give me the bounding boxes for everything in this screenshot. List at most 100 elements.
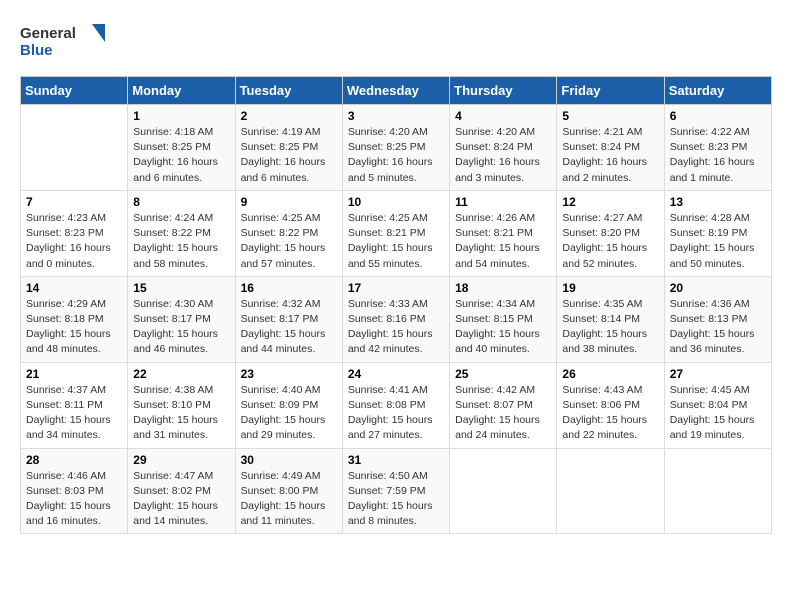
week-row-2: 7 Sunrise: 4:23 AM Sunset: 8:23 PM Daylig… bbox=[21, 190, 772, 276]
day-info: Sunrise: 4:47 AM Sunset: 8:02 PM Dayligh… bbox=[133, 469, 229, 530]
day-info: Sunrise: 4:40 AM Sunset: 8:09 PM Dayligh… bbox=[241, 383, 337, 444]
col-header-sunday: Sunday bbox=[21, 77, 128, 105]
day-info: Sunrise: 4:50 AM Sunset: 7:59 PM Dayligh… bbox=[348, 469, 444, 530]
calendar-cell: 21 Sunrise: 4:37 AM Sunset: 8:11 PM Dayli… bbox=[21, 362, 128, 448]
day-number: 22 bbox=[133, 367, 229, 381]
day-number: 13 bbox=[670, 195, 766, 209]
week-row-4: 21 Sunrise: 4:37 AM Sunset: 8:11 PM Dayli… bbox=[21, 362, 772, 448]
day-info: Sunrise: 4:28 AM Sunset: 8:19 PM Dayligh… bbox=[670, 211, 766, 272]
day-info: Sunrise: 4:49 AM Sunset: 8:00 PM Dayligh… bbox=[241, 469, 337, 530]
day-info: Sunrise: 4:20 AM Sunset: 8:25 PM Dayligh… bbox=[348, 125, 444, 186]
calendar-cell: 12Sunrise: 4:27 AM Sunset: 8:20 PM Dayli… bbox=[557, 190, 664, 276]
calendar-cell bbox=[557, 448, 664, 534]
day-number: 29 bbox=[133, 453, 229, 467]
calendar-cell: 6 Sunrise: 4:22 AM Sunset: 8:23 PM Daylig… bbox=[664, 105, 771, 191]
day-number: 19 bbox=[562, 281, 658, 295]
calendar-cell: 30 Sunrise: 4:49 AM Sunset: 8:00 PM Dayli… bbox=[235, 448, 342, 534]
calendar-cell: 23Sunrise: 4:40 AM Sunset: 8:09 PM Dayli… bbox=[235, 362, 342, 448]
day-info: Sunrise: 4:21 AM Sunset: 8:24 PM Dayligh… bbox=[562, 125, 658, 186]
day-number: 1 bbox=[133, 109, 229, 123]
day-info: Sunrise: 4:43 AM Sunset: 8:06 PM Dayligh… bbox=[562, 383, 658, 444]
calendar-cell: 3 Sunrise: 4:20 AM Sunset: 8:25 PM Daylig… bbox=[342, 105, 449, 191]
day-number: 3 bbox=[348, 109, 444, 123]
calendar-cell: 2Sunrise: 4:19 AM Sunset: 8:25 PM Daylig… bbox=[235, 105, 342, 191]
calendar-cell: 17 Sunrise: 4:33 AM Sunset: 8:16 PM Dayli… bbox=[342, 276, 449, 362]
logo-svg: GeneralBlue bbox=[20, 20, 110, 60]
col-header-saturday: Saturday bbox=[664, 77, 771, 105]
calendar-cell: 15 Sunrise: 4:30 AM Sunset: 8:17 PM Dayli… bbox=[128, 276, 235, 362]
calendar-cell: 16 Sunrise: 4:32 AM Sunset: 8:17 PM Dayli… bbox=[235, 276, 342, 362]
day-info: Sunrise: 4:22 AM Sunset: 8:23 PM Dayligh… bbox=[670, 125, 766, 186]
calendar-cell bbox=[450, 448, 557, 534]
day-info: Sunrise: 4:45 AM Sunset: 8:04 PM Dayligh… bbox=[670, 383, 766, 444]
calendar-cell: 29 Sunrise: 4:47 AM Sunset: 8:02 PM Dayli… bbox=[128, 448, 235, 534]
day-number: 14 bbox=[26, 281, 122, 295]
day-number: 4 bbox=[455, 109, 551, 123]
day-number: 11 bbox=[455, 195, 551, 209]
col-header-friday: Friday bbox=[557, 77, 664, 105]
calendar-cell: 5Sunrise: 4:21 AM Sunset: 8:24 PM Daylig… bbox=[557, 105, 664, 191]
day-number: 6 bbox=[670, 109, 766, 123]
day-info: Sunrise: 4:46 AM Sunset: 8:03 PM Dayligh… bbox=[26, 469, 122, 530]
header-row: SundayMondayTuesdayWednesdayThursdayFrid… bbox=[21, 77, 772, 105]
day-number: 30 bbox=[241, 453, 337, 467]
day-number: 24 bbox=[348, 367, 444, 381]
calendar-cell: 4 Sunrise: 4:20 AM Sunset: 8:24 PM Daylig… bbox=[450, 105, 557, 191]
day-number: 26 bbox=[562, 367, 658, 381]
calendar-cell: 22 Sunrise: 4:38 AM Sunset: 8:10 PM Dayli… bbox=[128, 362, 235, 448]
day-info: Sunrise: 4:29 AM Sunset: 8:18 PM Dayligh… bbox=[26, 297, 122, 358]
day-info: Sunrise: 4:24 AM Sunset: 8:22 PM Dayligh… bbox=[133, 211, 229, 272]
calendar-cell bbox=[21, 105, 128, 191]
day-number: 7 bbox=[26, 195, 122, 209]
col-header-thursday: Thursday bbox=[450, 77, 557, 105]
day-info: Sunrise: 4:41 AM Sunset: 8:08 PM Dayligh… bbox=[348, 383, 444, 444]
day-number: 18 bbox=[455, 281, 551, 295]
col-header-monday: Monday bbox=[128, 77, 235, 105]
day-number: 25 bbox=[455, 367, 551, 381]
day-info: Sunrise: 4:26 AM Sunset: 8:21 PM Dayligh… bbox=[455, 211, 551, 272]
day-info: Sunrise: 4:25 AM Sunset: 8:21 PM Dayligh… bbox=[348, 211, 444, 272]
calendar-cell: 8 Sunrise: 4:24 AM Sunset: 8:22 PM Daylig… bbox=[128, 190, 235, 276]
week-row-5: 28 Sunrise: 4:46 AM Sunset: 8:03 PM Dayli… bbox=[21, 448, 772, 534]
day-info: Sunrise: 4:18 AM Sunset: 8:25 PM Dayligh… bbox=[133, 125, 229, 186]
page-header: GeneralBlue bbox=[20, 20, 772, 60]
day-info: Sunrise: 4:33 AM Sunset: 8:16 PM Dayligh… bbox=[348, 297, 444, 358]
calendar-cell: 31Sunrise: 4:50 AM Sunset: 7:59 PM Dayli… bbox=[342, 448, 449, 534]
calendar-cell: 20 Sunrise: 4:36 AM Sunset: 8:13 PM Dayli… bbox=[664, 276, 771, 362]
calendar-cell: 1 Sunrise: 4:18 AM Sunset: 8:25 PM Daylig… bbox=[128, 105, 235, 191]
day-info: Sunrise: 4:37 AM Sunset: 8:11 PM Dayligh… bbox=[26, 383, 122, 444]
col-header-tuesday: Tuesday bbox=[235, 77, 342, 105]
day-number: 15 bbox=[133, 281, 229, 295]
day-number: 20 bbox=[670, 281, 766, 295]
day-number: 12 bbox=[562, 195, 658, 209]
day-number: 28 bbox=[26, 453, 122, 467]
week-row-1: 1 Sunrise: 4:18 AM Sunset: 8:25 PM Daylig… bbox=[21, 105, 772, 191]
day-info: Sunrise: 4:34 AM Sunset: 8:15 PM Dayligh… bbox=[455, 297, 551, 358]
day-number: 16 bbox=[241, 281, 337, 295]
day-info: Sunrise: 4:35 AM Sunset: 8:14 PM Dayligh… bbox=[562, 297, 658, 358]
day-number: 27 bbox=[670, 367, 766, 381]
day-number: 2 bbox=[241, 109, 337, 123]
calendar-cell: 26 Sunrise: 4:43 AM Sunset: 8:06 PM Dayli… bbox=[557, 362, 664, 448]
day-number: 21 bbox=[26, 367, 122, 381]
day-info: Sunrise: 4:23 AM Sunset: 8:23 PM Dayligh… bbox=[26, 211, 122, 272]
day-info: Sunrise: 4:30 AM Sunset: 8:17 PM Dayligh… bbox=[133, 297, 229, 358]
calendar-table: SundayMondayTuesdayWednesdayThursdayFrid… bbox=[20, 76, 772, 534]
calendar-cell: 7 Sunrise: 4:23 AM Sunset: 8:23 PM Daylig… bbox=[21, 190, 128, 276]
day-info: Sunrise: 4:20 AM Sunset: 8:24 PM Dayligh… bbox=[455, 125, 551, 186]
svg-text:Blue: Blue bbox=[20, 42, 53, 59]
day-info: Sunrise: 4:32 AM Sunset: 8:17 PM Dayligh… bbox=[241, 297, 337, 358]
calendar-cell: 14 Sunrise: 4:29 AM Sunset: 8:18 PM Dayli… bbox=[21, 276, 128, 362]
day-info: Sunrise: 4:25 AM Sunset: 8:22 PM Dayligh… bbox=[241, 211, 337, 272]
calendar-cell: 9Sunrise: 4:25 AM Sunset: 8:22 PM Daylig… bbox=[235, 190, 342, 276]
day-number: 17 bbox=[348, 281, 444, 295]
calendar-cell: 24 Sunrise: 4:41 AM Sunset: 8:08 PM Dayli… bbox=[342, 362, 449, 448]
day-info: Sunrise: 4:36 AM Sunset: 8:13 PM Dayligh… bbox=[670, 297, 766, 358]
day-info: Sunrise: 4:38 AM Sunset: 8:10 PM Dayligh… bbox=[133, 383, 229, 444]
calendar-cell: 28 Sunrise: 4:46 AM Sunset: 8:03 PM Dayli… bbox=[21, 448, 128, 534]
calendar-cell: 25Sunrise: 4:42 AM Sunset: 8:07 PM Dayli… bbox=[450, 362, 557, 448]
col-header-wednesday: Wednesday bbox=[342, 77, 449, 105]
day-number: 8 bbox=[133, 195, 229, 209]
logo: GeneralBlue bbox=[20, 20, 110, 60]
calendar-cell: 11 Sunrise: 4:26 AM Sunset: 8:21 PM Dayli… bbox=[450, 190, 557, 276]
